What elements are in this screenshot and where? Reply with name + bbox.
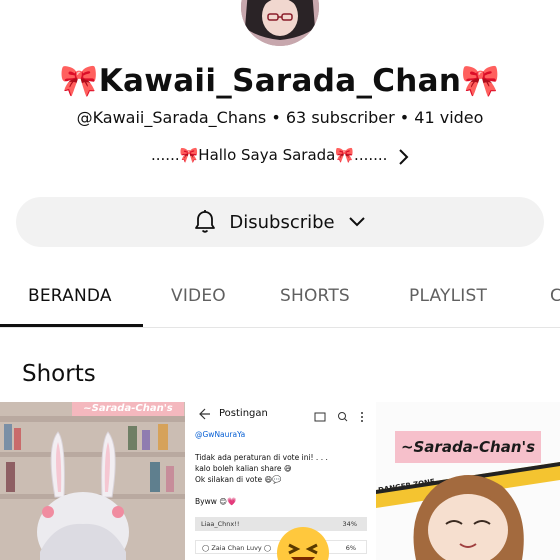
subscribed-label: Disubscribe <box>229 211 335 233</box>
post-line-5: Byww 😊💗 <box>195 497 237 506</box>
back-arrow-icon <box>197 406 211 425</box>
channel-description[interactable]: ......🎀Hallo Saya Sarada🎀....... <box>151 146 387 164</box>
poll-option-1-label: Liaa_Chnx!! <box>201 520 240 528</box>
short-3-watermark: ~Sarada-Chan's <box>395 431 541 463</box>
post-screen-title: Postingan <box>219 408 268 419</box>
channel-meta[interactable]: @Kawaii_Sarada_Chans • 63 subscriber • 4… <box>0 108 560 127</box>
post-line-1: Tidak ada peraturan di vote ini! . . . <box>195 453 328 462</box>
laughing-emoji-icon <box>277 527 329 560</box>
short-1-image <box>0 402 185 560</box>
active-tab-indicator <box>0 324 143 327</box>
tab-video[interactable]: VIDEO <box>171 286 226 306</box>
post-author: @GwNauraYa <box>195 430 246 439</box>
post-header: Postingan <box>187 402 374 426</box>
post-header-icons <box>314 408 366 427</box>
section-title-shorts: Shorts <box>22 361 96 387</box>
post-line-3: Ok silakan di vote 😄💬 <box>195 475 282 484</box>
chevron-right-icon[interactable] <box>394 146 414 168</box>
short-1-watermark: ~Sarada-Chan's <box>72 402 184 416</box>
short-3-image <box>376 402 560 560</box>
tab-beranda[interactable]: BERANDA <box>28 286 112 306</box>
tab-community[interactable]: C <box>550 286 560 306</box>
channel-name: 🎀Kawaii_Sarada_Chan🎀 <box>59 63 501 99</box>
short-thumbnail-3[interactable]: ~Sarada-Chan's DANGER ZONE <box>376 402 560 560</box>
chevron-down-icon <box>347 215 367 229</box>
poll-option-1-pct: 34% <box>342 520 357 528</box>
tab-shorts[interactable]: SHORTS <box>280 286 350 306</box>
channel-tabs: BERANDA VIDEO SHORTS PLAYLIST C <box>0 268 560 328</box>
post-line-4 <box>195 485 367 496</box>
subscribed-button[interactable]: Disubscribe <box>16 197 544 247</box>
post-body: Tidak ada peraturan di vote ini! . . . k… <box>195 452 367 507</box>
shorts-shelf: ~Sarada-Chan's Postingan @GwNauraYa Tida… <box>0 402 560 560</box>
bell-icon <box>193 209 217 235</box>
tab-playlist[interactable]: PLAYLIST <box>409 286 487 306</box>
short-thumbnail-1[interactable]: ~Sarada-Chan's <box>0 402 185 560</box>
poll-option-2-pct: 6% <box>345 544 356 552</box>
avatar-image <box>241 0 319 46</box>
short-thumbnail-2[interactable]: Postingan @GwNauraYa Tidak ada peraturan… <box>187 402 374 560</box>
post-line-2: kalo boleh kalian share 😅 <box>195 464 292 473</box>
channel-avatar[interactable] <box>241 0 319 46</box>
poll-option-2-label: ◯ Zaia Chan Luvy ◯ <box>202 544 272 552</box>
